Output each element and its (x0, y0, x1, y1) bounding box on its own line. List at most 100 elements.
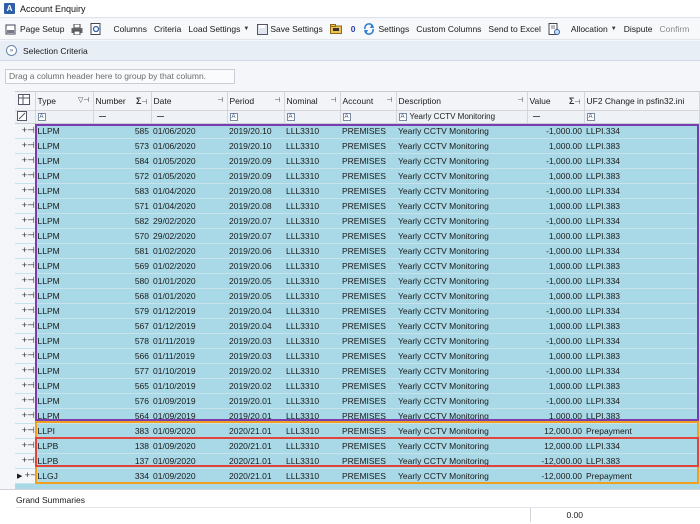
row-selector[interactable]: +⊣ (15, 363, 36, 379)
row-selector[interactable]: ▶ +⊣ (15, 468, 36, 484)
expand-row-icon[interactable]: +⊣ (22, 155, 34, 165)
column-header-account[interactable]: Account ⊣ (340, 92, 397, 111)
column-chooser-button[interactable] (15, 92, 36, 111)
table-row[interactable]: +⊣ LLPM 576 01/09/2019 2019/20.01 LLL3310 PREM… (15, 393, 699, 409)
pin-icon[interactable]: ⊣ (330, 96, 336, 104)
expand-row-icon[interactable]: +⊣ (22, 335, 34, 345)
row-selector[interactable]: +⊣ (15, 243, 36, 259)
table-row[interactable]: +⊣ LLPM 564 01/09/2019 2019/20.01 LLL3310 PREM… (15, 408, 699, 424)
table-row[interactable]: +⊣ LLPM 567 01/12/2019 2019/20.04 LLL3310 PREM… (15, 318, 699, 334)
expand-row-icon[interactable]: +⊣ (22, 440, 34, 450)
filter-description[interactable]: A Yearly CCTV Monitoring (396, 110, 528, 124)
expand-row-icon[interactable]: +⊣ (22, 125, 34, 135)
sum-pin-icon[interactable]: Σ⊣ (569, 96, 581, 106)
custom-columns-button[interactable]: Custom Columns (416, 24, 481, 34)
row-selector[interactable]: +⊣ (15, 408, 36, 424)
print-preview-button[interactable] (90, 23, 106, 35)
pin-icon[interactable]: ⊣ (386, 96, 392, 104)
expand-row-icon[interactable]: +⊣ (22, 380, 34, 390)
table-row[interactable]: +⊣ LLPM 578 01/11/2019 2019/20.03 LLL3310 PREM… (15, 333, 699, 349)
save-settings-button[interactable]: Save Settings (256, 23, 323, 35)
filter-number[interactable] (93, 110, 152, 124)
filter-uf2[interactable]: A (584, 110, 700, 124)
row-selector[interactable]: +⊣ (15, 273, 36, 289)
zero-count-button[interactable]: 0 (351, 24, 356, 34)
criteria-button[interactable]: Criteria (154, 24, 181, 34)
expand-row-icon[interactable]: +⊣ (22, 425, 34, 435)
expand-row-icon[interactable]: +⊣ (22, 410, 34, 420)
row-selector[interactable]: +⊣ (15, 318, 36, 334)
row-selector[interactable]: +⊣ (15, 258, 36, 274)
pin-icon[interactable]: ⊣ (217, 96, 223, 104)
expand-row-icon[interactable]: +⊣ (22, 140, 34, 150)
expand-chevron-icon[interactable]: » (6, 45, 17, 56)
row-selector[interactable]: +⊣ (15, 333, 36, 349)
filter-period[interactable]: A (227, 110, 285, 124)
filter-account[interactable]: A (340, 110, 397, 124)
column-header-uf2[interactable]: UF2 Change in psfin32.ini (584, 92, 700, 111)
table-row[interactable]: +⊣ LLPM 577 01/10/2019 2019/20.02 LLL3310 PREM… (15, 363, 699, 379)
row-selector[interactable]: +⊣ (15, 123, 36, 139)
expand-row-icon[interactable]: +⊣ (22, 305, 34, 315)
row-selector[interactable]: +⊣ (15, 288, 36, 304)
columns-button[interactable]: Columns (113, 24, 147, 34)
row-selector[interactable]: +⊣ (15, 198, 36, 214)
expand-row-icon[interactable]: +⊣ (22, 215, 34, 225)
column-header-value[interactable]: Value Σ⊣ (527, 92, 585, 111)
table-row[interactable]: +⊣ LLPM 566 01/11/2019 2019/20.03 LLL3310 PREM… (15, 348, 699, 364)
expand-row-icon[interactable]: +⊣ (22, 185, 34, 195)
expand-row-icon[interactable]: +⊣ (25, 470, 34, 480)
table-row[interactable]: +⊣ LLPB 137 01/09/2020 2020/21.01 LLL3310 PREM… (15, 453, 699, 469)
sum-pin-icon[interactable]: Σ⊣ (136, 96, 148, 106)
expand-row-icon[interactable]: +⊣ (22, 245, 34, 255)
filter-date[interactable] (151, 110, 228, 124)
row-selector[interactable]: +⊣ (15, 393, 36, 409)
row-selector[interactable]: +⊣ (15, 453, 36, 469)
row-selector[interactable]: +⊣ (15, 213, 36, 229)
send-to-excel-button[interactable]: Send to Excel (488, 24, 540, 34)
row-selector[interactable]: +⊣ (15, 378, 36, 394)
row-selector[interactable]: +⊣ (15, 153, 36, 169)
dispute-button[interactable]: Dispute (624, 24, 653, 34)
table-row[interactable]: +⊣ LLPM 568 01/01/2020 2019/20.05 LLL3310 PREM… (15, 288, 699, 304)
filter-pin-icon[interactable]: ▽⊣ (78, 96, 89, 104)
table-row[interactable]: +⊣ LLPM 573 01/06/2020 2019/20.10 LLL3310 PREM… (15, 138, 699, 154)
column-header-description[interactable]: Description ⊣ (396, 92, 528, 111)
table-row[interactable]: +⊣ LLPM 583 01/04/2020 2019/20.08 LLL3310 PREM… (15, 183, 699, 199)
print-button[interactable] (71, 23, 87, 35)
expand-row-icon[interactable]: +⊣ (22, 290, 34, 300)
allocation-button[interactable]: Allocation ▼ (571, 24, 617, 34)
table-row[interactable]: +⊣ LLPM 579 01/12/2019 2019/20.04 LLL3310 PREM… (15, 303, 699, 319)
table-row[interactable]: +⊣ LLPM 565 01/10/2019 2019/20.02 LLL3310 PREM… (15, 378, 699, 394)
settings-button[interactable]: Settings (363, 23, 409, 35)
expand-row-icon[interactable]: +⊣ (22, 260, 34, 270)
table-row[interactable]: +⊣ LLPM 581 01/02/2020 2019/20.06 LLL3310 PREM… (15, 243, 699, 259)
report-button[interactable] (548, 23, 564, 35)
column-header-nominal[interactable]: Nominal ⊣ (284, 92, 341, 111)
expand-row-icon[interactable]: +⊣ (22, 170, 34, 180)
row-selector[interactable]: +⊣ (15, 138, 36, 154)
column-header-date[interactable]: Date ⊣ (151, 92, 228, 111)
row-selector[interactable]: +⊣ (15, 438, 36, 454)
group-by-area[interactable]: Drag a column header here to group by th… (0, 62, 700, 89)
table-row[interactable]: +⊣ LLPM 571 01/04/2020 2019/20.08 LLL3310 PREM… (15, 198, 699, 214)
pin-icon[interactable]: ⊣ (517, 96, 523, 104)
pin-icon[interactable]: ⊣ (274, 96, 280, 104)
table-row[interactable]: +⊣ LLPB 138 01/09/2020 2020/21.01 LLL3310 PREM… (15, 438, 699, 454)
table-row[interactable]: +⊣ LLPM 584 01/05/2020 2019/20.09 LLL3310 PREM… (15, 153, 699, 169)
table-row[interactable]: +⊣ LLPM 585 01/06/2020 2019/20.10 LLL3310 PREM… (15, 123, 699, 139)
table-row[interactable]: +⊣ LLPM 582 29/02/2020 2019/20.07 LLL3310 PREM… (15, 213, 699, 229)
load-settings-button[interactable]: Load Settings ▼ (188, 24, 249, 34)
column-header-number[interactable]: Number Σ⊣ (93, 92, 152, 111)
row-selector[interactable]: +⊣ (15, 348, 36, 364)
table-row[interactable]: +⊣ LLPM 570 29/02/2020 2019/20.07 LLL3310 PREM… (15, 228, 699, 244)
filter-nominal[interactable]: A (284, 110, 341, 124)
row-selector[interactable]: +⊣ (15, 168, 36, 184)
table-row[interactable]: ▶ +⊣LLGJ33401/09/20202020/21.01LLL3310PR… (15, 468, 699, 484)
expand-row-icon[interactable]: +⊣ (22, 230, 34, 240)
row-selector[interactable]: +⊣ (15, 303, 36, 319)
clear-filters-button[interactable] (15, 110, 36, 124)
row-selector[interactable]: +⊣ (15, 228, 36, 244)
folder-button[interactable] (329, 23, 346, 35)
table-row[interactable]: +⊣ LLPM 569 01/02/2020 2019/20.06 LLL3310 PREM… (15, 258, 699, 274)
